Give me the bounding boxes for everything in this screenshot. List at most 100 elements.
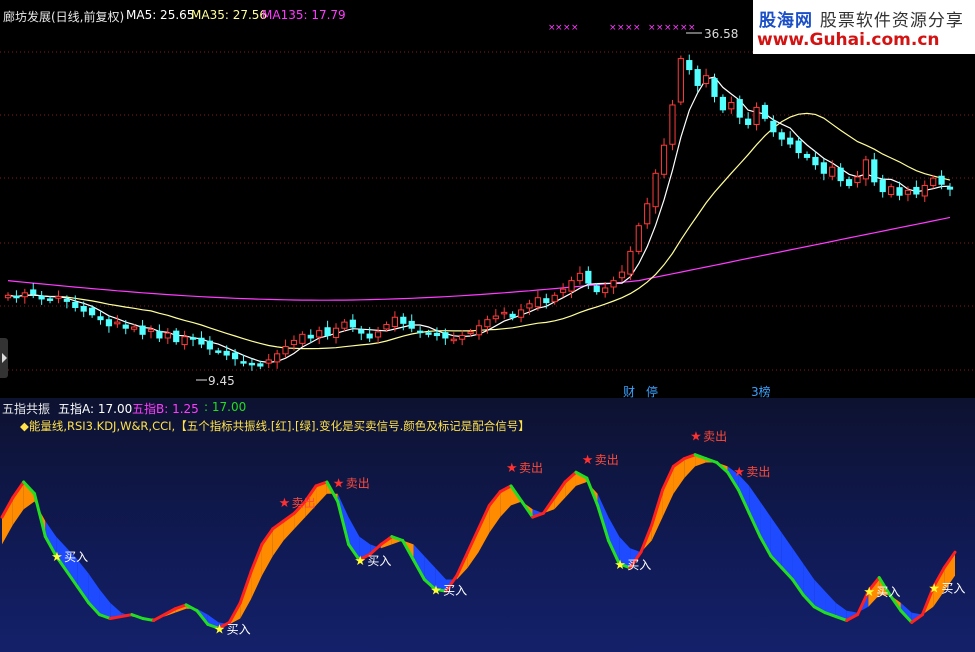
candle-down (206, 340, 213, 350)
signal-x-mark: × (633, 23, 641, 33)
signal-x-mark: × (688, 23, 696, 33)
candle-up (450, 338, 457, 342)
candle-down (105, 319, 113, 327)
sell-star: ★ (582, 453, 594, 468)
ma35-label: MA35: 27.56 (191, 8, 268, 22)
candle-down (400, 316, 407, 324)
resonance-line (141, 617, 156, 622)
candle-down (719, 96, 727, 111)
candle-up (21, 292, 28, 298)
candle-down (257, 363, 264, 367)
candle-down (820, 162, 827, 174)
candle-down (122, 324, 129, 329)
buy-signal-label: 买入 (367, 554, 391, 568)
candle-up (854, 176, 861, 184)
sell-star: ★ (690, 430, 702, 445)
candle-down (13, 295, 20, 299)
indicator-c-label: : 17.00 (204, 400, 247, 414)
ma135-line (7, 216, 951, 301)
candle-down (46, 298, 54, 301)
candle-up (290, 339, 298, 346)
signal-x-mark: × (609, 23, 617, 33)
buy-signal-label: 买入 (227, 622, 251, 636)
candle-down (408, 320, 415, 329)
candle-up (677, 58, 684, 103)
candle-up (55, 296, 62, 299)
candle-down (433, 332, 441, 337)
candle-down (795, 140, 802, 154)
stock-chart-window: { "header": { "title": "廊坊发展(日线,前复权)", "… (0, 0, 975, 652)
indicator-description: ◆能量线,RSI3.KDJ,W&R,CCI,【五个指标共振线.[红].[绿].变… (20, 419, 530, 433)
candle-down (686, 60, 693, 71)
candle-up (181, 336, 188, 346)
candle-up (475, 325, 483, 336)
buy-star: ★ (430, 583, 442, 598)
watermark-logo: 股海网 股票软件资源分享 www.Guhai.com.cn (753, 0, 975, 54)
candle-up (627, 250, 634, 275)
panel-expand-handle[interactable] (0, 338, 8, 378)
sell-star: ★ (506, 461, 518, 476)
candle-down (425, 332, 432, 335)
candle-up (131, 326, 138, 330)
candle-down (173, 330, 180, 343)
candle-up (904, 189, 912, 195)
candle-down (248, 362, 256, 366)
buy-signal-label: 买入 (876, 585, 900, 599)
candle-down (896, 187, 903, 196)
band-rise (662, 466, 674, 518)
indicator-a-label: 五指A: 17.00 (58, 402, 133, 416)
candle-up (383, 324, 390, 330)
candle-down (63, 298, 70, 302)
candle-down (358, 329, 365, 334)
candle-up (930, 177, 937, 186)
candle-up (164, 332, 171, 339)
candle-down (38, 295, 45, 300)
candle-up (753, 106, 760, 125)
candle-down (938, 175, 945, 185)
candle-up (4, 294, 12, 299)
candle-up (728, 102, 735, 110)
candle-down (787, 137, 794, 145)
buy-star: ★ (354, 554, 366, 569)
candle-down (240, 361, 247, 364)
signal-x-mark: × (555, 23, 563, 33)
candle-up (492, 315, 499, 320)
candle-up (299, 333, 306, 344)
candle-down (417, 330, 424, 334)
signal-x-mark: × (664, 23, 672, 33)
signal-x-mark: × (625, 23, 633, 33)
buy-star: ★ (214, 622, 226, 637)
candle-down (198, 337, 205, 345)
candle-up (526, 303, 533, 309)
buy-signal-label: 买入 (64, 550, 88, 564)
candle-up (459, 335, 466, 340)
watermark-url: www.Guhai.com.cn (757, 30, 940, 50)
candle-down (585, 270, 592, 284)
candle-down (366, 333, 373, 339)
candle-down (80, 306, 87, 312)
indicator-chart: ★ 买入★ 买入★ 买入★ 买入★ 买入★ 买入 ★ 买入★ 卖出★ 卖出★ 卖出 ★ 卖出★ 卖出★ 卖出 (0, 430, 965, 637)
candle-down (189, 337, 197, 340)
signal-x-mark: × (563, 23, 571, 33)
candle-down (72, 301, 79, 308)
candle-down (231, 352, 239, 360)
candle-up (602, 287, 609, 294)
candle-down (156, 330, 163, 339)
candle-down (711, 78, 718, 97)
candle-up (862, 159, 870, 180)
candle-up (559, 288, 567, 293)
candle-up (669, 104, 676, 145)
ma5-label: MA5: 25.65 (126, 8, 195, 22)
candle-up (114, 321, 121, 325)
candle-down (694, 69, 701, 86)
resonance-line (119, 613, 134, 619)
candle-down (845, 179, 853, 186)
candle-down (543, 298, 550, 304)
buy-signal-label: 买入 (443, 583, 467, 597)
price-pane: × × × × × × × × × × × × × × 廊坊发展(日线,前复权) MA5: 25.65 M… (0, 0, 975, 399)
sell-signal-label: 卖出 (703, 430, 727, 444)
candle-up (635, 225, 642, 252)
candle-up (517, 309, 525, 318)
candle-up (501, 311, 508, 315)
ma35-line (7, 112, 951, 350)
